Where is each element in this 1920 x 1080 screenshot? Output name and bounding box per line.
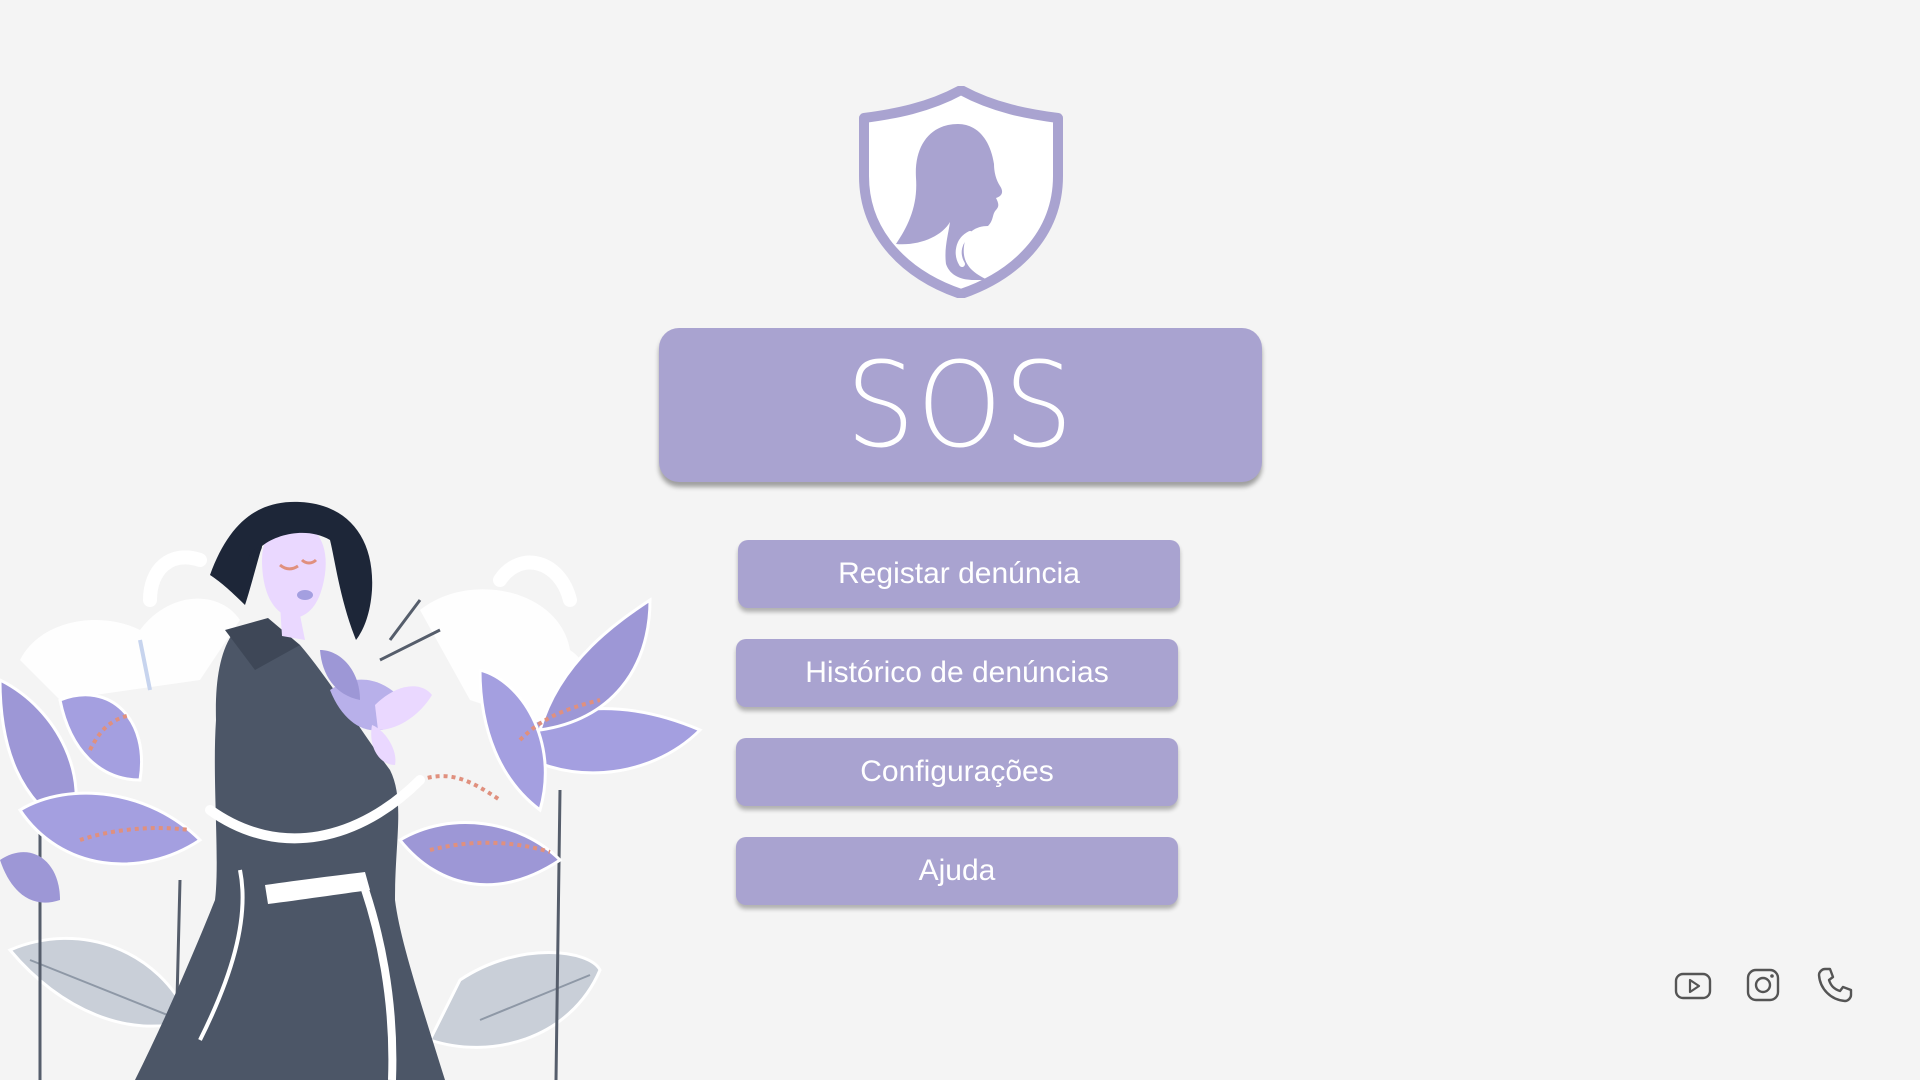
help-button[interactable]: Ajuda (736, 837, 1178, 905)
youtube-icon[interactable] (1671, 963, 1715, 1007)
settings-button[interactable]: Configurações (736, 738, 1178, 806)
phone-icon[interactable] (1813, 963, 1857, 1007)
instagram-icon[interactable] (1741, 963, 1785, 1007)
sos-banner[interactable]: SOS (659, 328, 1262, 482)
woman-flowers-illustration (0, 501, 703, 1080)
register-report-button[interactable]: Registar denúncia (738, 540, 1180, 608)
report-history-button[interactable]: Histórico de denúncias (736, 639, 1178, 707)
banner-title: SOS (846, 336, 1075, 474)
shield-woman-logo (859, 86, 1063, 298)
